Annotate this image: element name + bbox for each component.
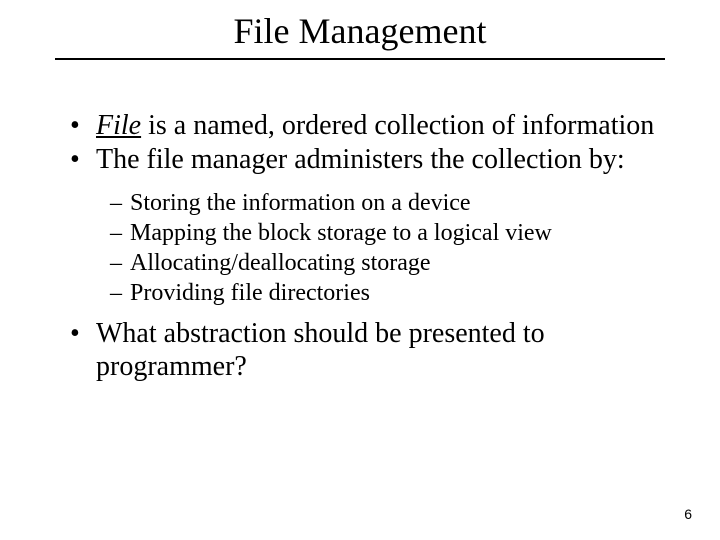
sub-bullet-list: Storing the information on a device Mapp… (40, 188, 680, 308)
sub-bullet-4: Providing file directories (110, 278, 680, 308)
sub-bullet-2: Mapping the block storage to a logical v… (110, 218, 680, 248)
file-term: File (96, 110, 141, 141)
bullet-item-1: File is a named, ordered collection of i… (70, 110, 680, 142)
title-divider (55, 58, 665, 60)
sub-bullet-3: Allocating/deallocating storage (110, 248, 680, 278)
bullet-list-2: What abstraction should be presented to … (40, 318, 680, 382)
slide-title: File Management (40, 10, 680, 58)
page-number: 6 (684, 506, 692, 522)
bullet-list: File is a named, ordered collection of i… (40, 110, 680, 176)
bullet-1-rest: is a named, ordered collection of inform… (141, 110, 654, 141)
slide: File Management File is a named, ordered… (0, 0, 720, 540)
sub-bullet-1: Storing the information on a device (110, 188, 680, 218)
bullet-item-2: The file manager administers the collect… (70, 144, 680, 176)
bullet-item-3: What abstraction should be presented to … (70, 318, 680, 382)
